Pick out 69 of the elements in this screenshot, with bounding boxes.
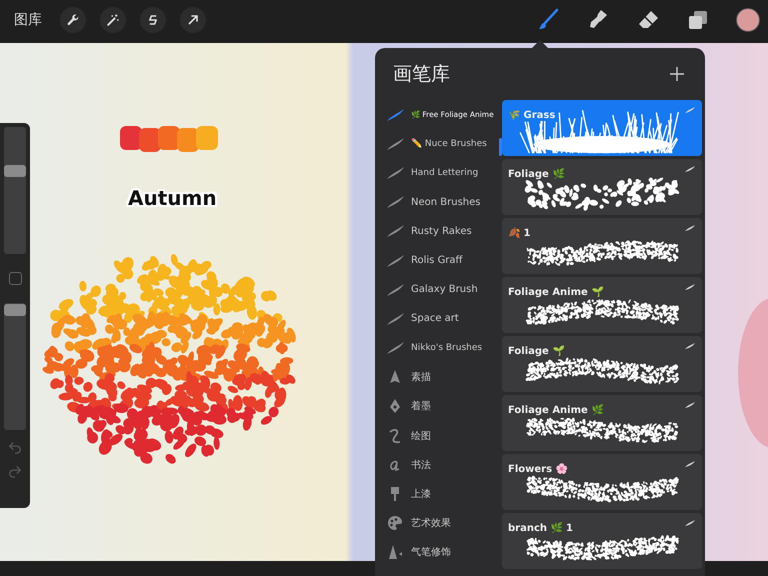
paintbrush-icon: [388, 486, 402, 502]
layers-icon[interactable]: [686, 8, 710, 32]
wrench-icon[interactable]: [60, 7, 86, 33]
stroke-icon: [684, 106, 696, 114]
brush-name: Foliage Anime 🌱: [508, 287, 604, 298]
slider-thumb[interactable]: [4, 164, 26, 177]
slider-thumb[interactable]: [4, 304, 26, 316]
brush-name: Foliage 🌿: [508, 169, 564, 180]
brush-set-item[interactable]: 着墨: [375, 392, 502, 422]
gallery-link[interactable]: 图库: [14, 11, 42, 29]
stroke-icon: [684, 283, 696, 291]
brush-set-item[interactable]: 气笔修饰: [375, 538, 502, 567]
brush-set-item[interactable]: Rolis Graff: [375, 246, 502, 276]
stroke-icon: [385, 195, 405, 210]
selection-icon[interactable]: [140, 7, 166, 33]
brush-set-item[interactable]: Rusty Rakes: [375, 216, 502, 246]
stroke-icon: [385, 136, 405, 151]
pencil-tip-icon: [388, 369, 402, 386]
brush-card[interactable]: Foliage 🌿: [502, 159, 702, 215]
brush-name: Flowers 🌸: [508, 464, 568, 475]
size-slider[interactable]: [4, 127, 26, 254]
stroke-icon: [385, 108, 405, 122]
brush-set-item[interactable]: 素描: [375, 362, 502, 392]
stroke-icon: [684, 460, 696, 468]
stroke-icon: [684, 342, 696, 350]
opacity-slider[interactable]: [4, 303, 26, 430]
curl-icon: [387, 428, 403, 444]
brush-set-item[interactable]: 艺术效果: [375, 508, 502, 538]
brush-set-item[interactable]: Space art: [375, 304, 502, 334]
brush-card[interactable]: 🌾 Grass: [502, 100, 702, 156]
stroke-icon: [385, 224, 405, 238]
stroke-icon: [684, 224, 696, 232]
stroke-icon: [385, 166, 405, 180]
square-button[interactable]: [8, 272, 22, 285]
palette-icon: [387, 515, 403, 532]
brush-card[interactable]: Foliage Anime 🌱: [502, 277, 702, 333]
plus-icon[interactable]: [669, 66, 685, 82]
brush-set-item[interactable]: 绘图: [375, 421, 502, 450]
brush-set-item[interactable]: 上漆: [375, 479, 502, 509]
brush-set-item[interactable]: Nikko's Brushes: [375, 334, 502, 363]
stroke-icon: [684, 165, 696, 173]
scrollbar: [499, 138, 502, 156]
brush-set-item[interactable]: Hand Lettering: [375, 158, 502, 188]
magic-wand-icon[interactable]: [100, 7, 126, 33]
brush-set-item[interactable]: 书法: [375, 450, 502, 480]
stroke-icon: [385, 341, 405, 356]
brush-name: Foliage 🌱: [508, 346, 564, 357]
stroke-icon: [385, 312, 405, 326]
stroke-icon: [684, 401, 696, 409]
brush-name: Foliage Anime 🌿: [508, 405, 604, 416]
brush-name: branch 🌿 1: [508, 523, 573, 534]
stroke-icon: [684, 519, 696, 527]
brush-set-item[interactable]: Neon Brushes: [375, 188, 502, 217]
panel-title: 画笔库: [393, 62, 450, 87]
brush-card[interactable]: 🍂 1: [502, 218, 702, 274]
stroke-icon: [385, 282, 405, 297]
brush-card[interactable]: Flowers 🌸: [502, 454, 702, 510]
brush-icon[interactable]: [536, 8, 560, 32]
brush-card[interactable]: branch 🌿 1: [502, 513, 702, 569]
caption-text: Autumn: [128, 186, 217, 210]
stroke-icon: [385, 254, 405, 268]
brush-name: 🍂 1: [508, 228, 530, 239]
brush-card[interactable]: Foliage Anime 🌿: [502, 395, 702, 451]
brush-set-item[interactable]: Galaxy Brush: [375, 275, 502, 304]
pen-nib-icon: [388, 398, 402, 414]
airbrush-icon: [387, 544, 403, 560]
color-swatch[interactable]: [736, 8, 760, 32]
brush-set-item[interactable]: ✏ Nuce Brushes: [375, 129, 502, 158]
brush-card[interactable]: Foliage 🌱: [502, 336, 702, 392]
